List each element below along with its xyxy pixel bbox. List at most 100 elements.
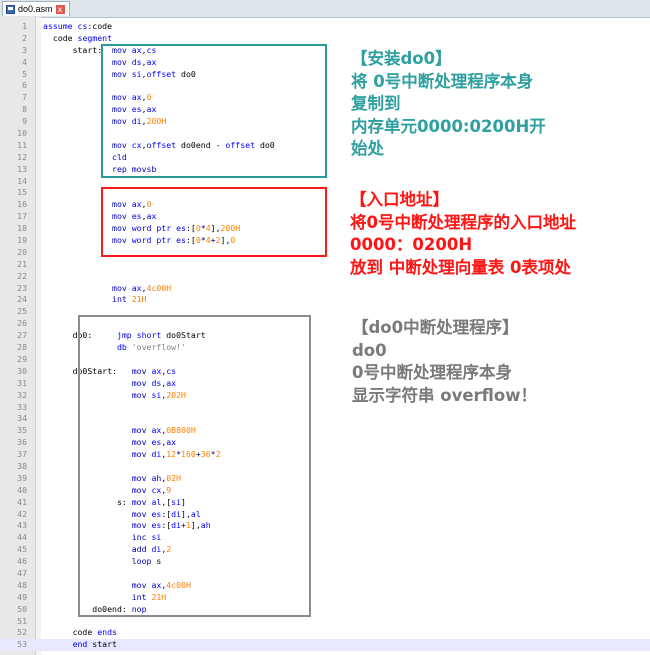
- code-text: rep movsb: [43, 164, 156, 176]
- code-token: int: [112, 294, 132, 305]
- code-line[interactable]: 25: [0, 306, 650, 318]
- code-editor[interactable]: 1 assume cs:code 2 code segment 3 start: mo…: [0, 21, 650, 652]
- code-text: code ends: [43, 627, 117, 639]
- code-token: db: [116, 342, 132, 353]
- code-token: 21H: [131, 294, 147, 305]
- code-line[interactable]: 27 do0: jmp short do0Start: [0, 330, 650, 342]
- code-line[interactable]: 14: [0, 176, 650, 188]
- code-line[interactable]: 3 start: mov ax,cs: [0, 45, 650, 57]
- code-token: es: [176, 235, 186, 246]
- code-text: do0: jmp short do0Start: [43, 330, 206, 342]
- code-token: mov: [131, 508, 152, 519]
- code-line[interactable]: 5 mov si,offset do0: [0, 69, 650, 81]
- code-token: mov: [112, 211, 132, 222]
- code-line[interactable]: 37 mov di,12*160+36*2: [0, 449, 650, 461]
- code-line[interactable]: 36 mov es,ax: [0, 437, 650, 449]
- code-line[interactable]: 48 mov ax,4c00H: [0, 580, 650, 592]
- code-line[interactable]: 38: [0, 461, 650, 473]
- note-do0-line: 显示字符串 overflow！: [352, 385, 537, 405]
- line-number: 6: [22, 80, 27, 91]
- code-line[interactable]: 47: [0, 568, 650, 580]
- code-token: ],: [190, 520, 201, 531]
- code-token: word ptr: [131, 223, 177, 234]
- code-line[interactable]: 41 s: mov al,[si]: [0, 497, 650, 509]
- code-line[interactable]: 42 mov es:[di],al: [0, 509, 650, 521]
- code-line[interactable]: 49 int 21H: [0, 592, 650, 604]
- code-token: 0B800H: [166, 425, 196, 436]
- code-token: mov: [112, 139, 132, 150]
- code-token: :[: [161, 520, 172, 531]
- line-number: 1: [22, 21, 27, 31]
- code-text: mov es,ax: [43, 104, 156, 116]
- code-line[interactable]: 8 mov es,ax: [0, 104, 650, 116]
- code-line[interactable]: 43 mov es:[di+1],ah: [0, 520, 650, 532]
- code-text: int 21H: [43, 592, 167, 604]
- tab-do0-asm[interactable]: do0.asm x: [2, 1, 70, 16]
- code-text: code segment: [43, 33, 112, 45]
- code-token: mov: [112, 92, 132, 103]
- code-text: mov si,offset do0: [43, 69, 196, 81]
- code-line[interactable]: 50 do0end: nop: [0, 604, 650, 616]
- code-line[interactable]: 32 mov si,202H: [0, 390, 650, 402]
- code-line[interactable]: 6: [0, 80, 650, 92]
- code-line[interactable]: 31 mov ds,ax: [0, 378, 650, 390]
- code-token: mov: [112, 223, 132, 234]
- code-line[interactable]: 35 mov ax,0B800H: [0, 425, 650, 437]
- code-line[interactable]: 24 int 21H: [0, 294, 650, 306]
- note-install-line: 内存单元0000:0200H开: [351, 116, 546, 136]
- code-token: ax: [131, 92, 142, 103]
- code-line[interactable]: 12 cld: [0, 152, 650, 164]
- code-line[interactable]: 33: [0, 402, 650, 414]
- code-token: mov: [112, 56, 132, 67]
- close-icon[interactable]: x: [55, 4, 65, 14]
- code-line[interactable]: 10: [0, 128, 650, 140]
- code-line[interactable]: 44 inc si: [0, 532, 650, 544]
- code-line[interactable]: 4 mov ds,ax: [0, 57, 650, 69]
- code-token: cs: [77, 21, 88, 31]
- code-line[interactable]: 46 loop s: [0, 556, 650, 568]
- code-line[interactable]: 9 mov di,200H: [0, 116, 650, 128]
- line-number: 50: [17, 603, 27, 614]
- code-token: mov: [131, 377, 152, 388]
- code-line[interactable]: 13 rep movsb: [0, 164, 650, 176]
- code-line[interactable]: 11 mov cx,offset do0end - offset do0: [0, 140, 650, 152]
- code-token: 0: [146, 92, 152, 103]
- line-number: 3: [22, 44, 27, 55]
- code-line[interactable]: 28 db 'overflow!': [0, 342, 650, 354]
- code-line[interactable]: 45 add di,2: [0, 544, 650, 556]
- code-token: 2: [215, 449, 221, 460]
- code-line[interactable]: 52 code ends: [0, 627, 650, 639]
- code-token: :[: [185, 235, 196, 246]
- code-line[interactable]: 26: [0, 318, 650, 330]
- code-line[interactable]: 23 mov ax,4c00H: [0, 283, 650, 295]
- code-line[interactable]: 29: [0, 354, 650, 366]
- code-line[interactable]: 51: [0, 616, 650, 628]
- line-number: 12: [17, 151, 27, 162]
- code-text: start: mov ax,cs: [43, 45, 157, 57]
- line-number: 33: [17, 401, 27, 412]
- code-token: do0: [259, 139, 275, 150]
- code-line[interactable]: 7 mov ax,0: [0, 92, 650, 104]
- line-number: 8: [22, 104, 27, 115]
- code-token: 0: [146, 199, 152, 210]
- code-line[interactable]: 53 end start: [0, 639, 650, 652]
- code-line[interactable]: 34: [0, 413, 650, 425]
- code-line[interactable]: 2 code segment: [0, 33, 650, 45]
- code-token: ends: [97, 627, 117, 638]
- code-token: 2: [166, 544, 172, 555]
- code-text: s: mov al,[si]: [43, 497, 186, 509]
- code-line[interactable]: 39 mov ah,02H: [0, 473, 650, 485]
- line-number: 21: [17, 258, 27, 269]
- code-token: 4c00H: [166, 579, 191, 590]
- code-line[interactable]: 1 assume cs:code: [0, 21, 650, 33]
- code-line[interactable]: 40 mov cx,9: [0, 485, 650, 497]
- code-line[interactable]: 30 do0Start: mov ax,cs: [0, 366, 650, 378]
